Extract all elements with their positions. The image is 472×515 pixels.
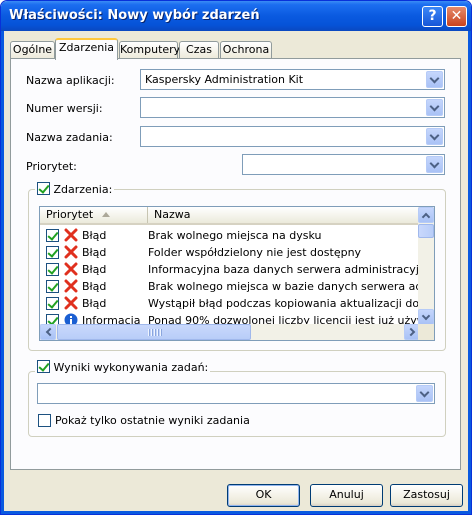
tab-time[interactable]: Czas [179,41,219,59]
results-group-header: Wyniki wykonywania zadań: [35,360,211,374]
row-priority: Błąd [82,246,107,259]
tab-general[interactable]: Ogólne [10,41,55,59]
apply-button[interactable]: Zastosuj [390,484,463,507]
scrollbar-corner [418,324,434,340]
events-group-label: Zdarzenia: [53,183,113,196]
table-row[interactable]: Błąd Informacyjna baza danych serwera ad… [40,261,420,278]
column-header-priority[interactable]: Priorytet [40,207,148,223]
horizontal-scrollbar[interactable] [40,324,420,340]
events-list[interactable]: Priorytet Nazwa Błąd Brak wolnego miejsc… [39,206,435,341]
row-checkbox[interactable] [46,280,59,293]
horizontal-scroll-thumb[interactable] [57,324,251,340]
row-name: Wystąpił błąd podczas kopiowania aktuali… [148,297,418,310]
table-row[interactable]: Błąd Brak wolnego miejsca w bazie danych… [40,278,420,295]
info-icon [64,313,78,324]
only-last-results-label[interactable]: Pokaż tylko ostatnie wyniki zadania [55,414,250,427]
title-bar[interactable]: Właściwości: Nowy wybór zdarzeń ? ✕ [1,1,471,31]
app-name-combo[interactable]: Kaspersky Administration Kit [140,69,445,90]
column-header-name[interactable]: Nazwa [148,207,420,223]
chevron-down-icon[interactable] [426,71,443,88]
row-priority: Błąd [82,263,107,276]
grip-icon [148,329,162,336]
error-icon [64,228,78,242]
app-name-value: Kaspersky Administration Kit [145,73,304,86]
table-row[interactable]: Błąd Brak wolnego miejsca na dysku [40,227,420,244]
chevron-down-icon[interactable] [426,99,443,116]
scroll-up-icon[interactable] [418,207,434,223]
results-group-label: Wyniki wykonywania zadań: [53,361,209,374]
priority-label: Priorytet: [26,160,77,173]
window-frame-left [1,31,4,514]
version-label: Numer wersji: [26,102,103,115]
row-checkbox[interactable] [46,314,59,324]
row-priority: Błąd [82,297,107,310]
tab-events[interactable]: Zdarzenia [55,38,118,60]
tab-protection[interactable]: Ochrona [220,41,272,59]
scroll-down-icon[interactable] [418,309,434,325]
row-checkbox[interactable] [46,297,59,310]
vertical-scroll-thumb[interactable] [418,224,434,238]
version-combo[interactable] [140,97,445,118]
help-button[interactable]: ? [422,6,443,27]
tab-computers[interactable]: Komputery [119,41,180,59]
row-checkbox[interactable] [46,229,59,242]
row-name: Folder współdzielony nie jest dostępny [148,246,362,259]
window-frame-right [468,31,471,514]
error-icon [64,262,78,276]
properties-dialog: Właściwości: Nowy wybór zdarzeń ? ✕ Ogól… [0,0,472,515]
row-checkbox[interactable] [46,263,59,276]
error-icon [64,296,78,310]
results-combo[interactable] [37,383,435,404]
error-icon [64,279,78,293]
vertical-scrollbar[interactable] [418,207,434,325]
row-priority: Informacja [82,314,141,324]
column-priority-label: Priorytet [46,208,94,221]
table-row[interactable]: Błąd Wystąpił błąd podczas kopiowania ak… [40,295,420,312]
ok-button[interactable]: OK [227,484,300,507]
events-checkbox[interactable] [37,182,50,195]
table-row[interactable]: Błąd Folder współdzielony nie jest dostę… [40,244,420,261]
events-group-header: Zdarzenia: [35,182,115,196]
task-name-combo[interactable] [140,126,445,147]
app-name-label: Nazwa aplikacji: [26,74,115,87]
window-title: Właściwości: Nowy wybór zdarzeń [9,8,260,23]
cancel-button[interactable]: Anuluj [310,484,383,507]
chevron-down-icon[interactable] [416,385,433,402]
list-header: Priorytet Nazwa [40,207,420,225]
priority-combo[interactable] [242,154,445,175]
row-priority: Błąd [82,229,107,242]
row-name: Ponad 90% dozwolonej liczby licencji jes… [148,314,418,324]
only-last-results-checkbox[interactable] [38,414,51,427]
results-checkbox[interactable] [37,360,50,373]
row-checkbox[interactable] [46,246,59,259]
task-name-label: Nazwa zadania: [26,131,113,144]
results-groupbox [28,371,446,437]
chevron-down-icon[interactable] [426,128,443,145]
row-name: Informacyjna baza danych serwera adminis… [148,263,418,276]
scroll-left-icon[interactable] [40,324,56,340]
window-frame-bottom [1,511,471,514]
table-row[interactable]: Informacja Ponad 90% dozwolonej liczby l… [40,312,420,324]
chevron-down-icon[interactable] [426,156,443,173]
close-button[interactable]: ✕ [446,6,467,27]
row-name: Brak wolnego miejsca w bazie danych serw… [148,280,418,293]
error-icon [64,245,78,259]
row-priority: Błąd [82,280,107,293]
sort-ascending-icon [102,212,110,217]
row-name: Brak wolnego miejsca na dysku [148,229,322,242]
